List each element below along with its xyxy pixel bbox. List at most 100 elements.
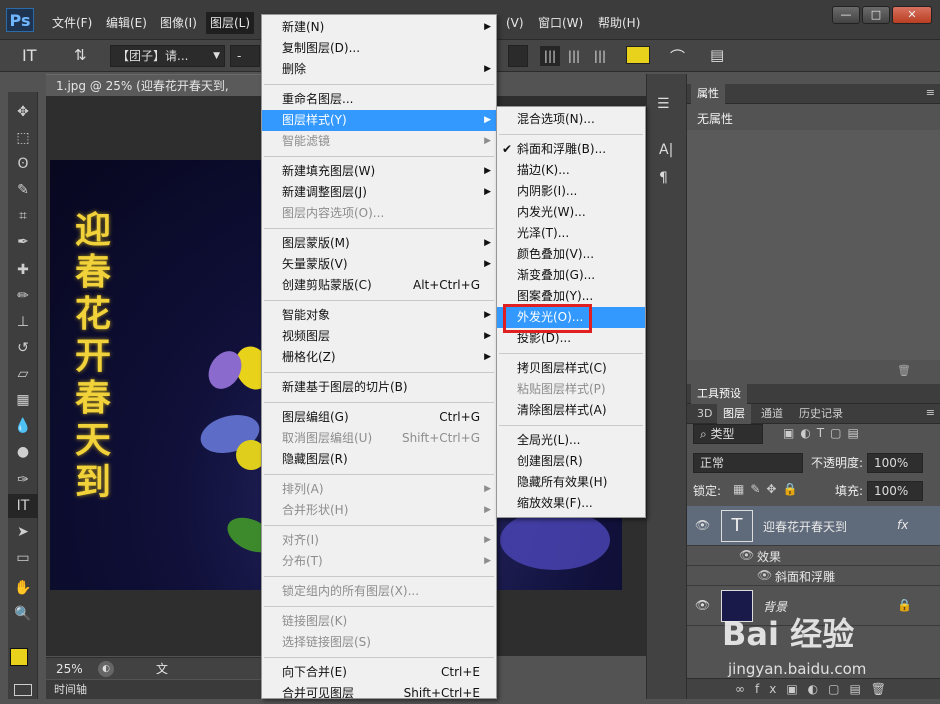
timeline-tab[interactable]: 时间轴	[46, 680, 261, 699]
eyedropper-tool-icon[interactable]: ✒	[8, 230, 38, 254]
blur-tool-icon[interactable]: 💧	[8, 414, 38, 438]
status-info-icon[interactable]: ◐	[98, 661, 114, 677]
lock-icons[interactable]: ▦✎✥🔒	[733, 482, 803, 496]
menu-item[interactable]: 内阴影(I)...	[497, 181, 645, 202]
foreground-color-swatch[interactable]	[10, 648, 28, 666]
font-family-select[interactable]: 【团子】请... ▼	[110, 45, 225, 67]
tab-layers[interactable]: 图层	[717, 404, 751, 424]
move-tool-icon[interactable]: ✥	[8, 100, 38, 124]
tab-tool-presets[interactable]: 工具预设	[691, 384, 747, 404]
eye-icon[interactable]: 👁	[757, 568, 772, 582]
align-left-icon[interactable]: |||	[540, 46, 560, 66]
opacity-input[interactable]: 100%	[867, 453, 923, 473]
menu-item[interactable]: 创建剪贴蒙版(C) Alt+Ctrl+G	[262, 275, 496, 296]
menu-help[interactable]: 帮助(H)	[594, 14, 644, 32]
menu-image[interactable]: 图像(I)	[156, 14, 201, 32]
menu-item[interactable]: 智能对象 ▶	[262, 305, 496, 326]
history-panel-icon[interactable]: ☰	[657, 96, 670, 112]
menu-edit[interactable]: 编辑(E)	[102, 14, 151, 32]
menu-item[interactable]: 内发光(W)...	[497, 202, 645, 223]
menu-item[interactable]: 栅格化(Z) ▶	[262, 347, 496, 368]
type-tool-icon[interactable]: IT	[8, 494, 38, 518]
close-button[interactable]: ✕	[892, 6, 932, 24]
menu-item[interactable]: 向下合并(E) Ctrl+E	[262, 662, 496, 683]
tab-3d[interactable]: 3D	[691, 404, 718, 424]
bevel-effect-row[interactable]: 👁 斜面和浮雕	[687, 566, 940, 586]
menu-item[interactable]: 渐变叠加(G)...	[497, 265, 645, 286]
menu-file[interactable]: 文件(F)	[48, 14, 96, 32]
hand-tool-icon[interactable]: ✋	[8, 576, 38, 600]
panel-menu-icon[interactable]: ≡	[926, 406, 935, 419]
paragraph-panel-icon[interactable]: ¶	[659, 170, 668, 186]
blend-mode-select[interactable]: 正常	[693, 453, 803, 473]
warp-text-icon[interactable]: ⌒	[670, 46, 685, 67]
tab-history[interactable]: 历史记录	[793, 404, 849, 424]
align-right-icon[interactable]: |||	[590, 46, 610, 66]
maximize-button[interactable]: □	[862, 6, 890, 24]
document-tab[interactable]: 1.jpg @ 25% (迎春花开春天到, RGB/8)	[46, 74, 261, 115]
menu-item[interactable]: 重命名图层...	[262, 89, 496, 110]
clone-stamp-icon[interactable]: ⊥	[8, 310, 38, 334]
eye-icon[interactable]: 👁	[695, 518, 710, 532]
menu-item[interactable]: 颜色叠加(V)...	[497, 244, 645, 265]
layer-filter-select[interactable]: ⌕ 类型	[693, 424, 763, 444]
menu-item[interactable]: 混合选项(N)...	[497, 109, 645, 130]
color-mode-select[interactable]	[508, 45, 528, 67]
lasso-tool-icon[interactable]: ʘ	[8, 152, 38, 176]
history-brush-icon[interactable]: ↺	[8, 336, 38, 360]
menu-item[interactable]: 隐藏图层(R)	[262, 449, 496, 470]
layer-filter-icons[interactable]: ▣◐T▢▤	[783, 426, 865, 440]
crop-tool-icon[interactable]: ⌗	[8, 204, 38, 228]
menu-item[interactable]: 描边(K)...	[497, 160, 645, 181]
marquee-tool-icon[interactable]: ⬚	[8, 126, 38, 150]
menu-item[interactable]: 矢量蒙版(V) ▶	[262, 254, 496, 275]
menu-item[interactable]: 缩放效果(F)...	[497, 493, 645, 514]
fill-input[interactable]: 100%	[867, 481, 923, 501]
font-style-select[interactable]: -	[230, 45, 260, 67]
trash-icon[interactable]: 🗑	[897, 364, 911, 377]
gradient-tool-icon[interactable]: ▦	[8, 388, 38, 412]
menu-item[interactable]: 复制图层(D)...	[262, 38, 496, 59]
path-select-icon[interactable]: ➤	[8, 520, 38, 544]
menu-item[interactable]: 全局光(L)...	[497, 430, 645, 451]
eraser-tool-icon[interactable]: ▱	[8, 362, 38, 386]
align-center-icon[interactable]: |||	[564, 46, 584, 66]
quick-select-tool-icon[interactable]: ✎	[8, 178, 38, 202]
zoom-level[interactable]: 25%	[56, 658, 83, 680]
eye-icon[interactable]: 👁	[695, 598, 710, 612]
eye-icon[interactable]: 👁	[739, 548, 754, 562]
panel-menu-icon[interactable]: ≡	[926, 86, 935, 99]
minimize-button[interactable]: —	[832, 6, 860, 24]
menu-item[interactable]: 视频图层 ▶	[262, 326, 496, 347]
menu-item[interactable]: 新建调整图层(J) ▶	[262, 182, 496, 203]
tab-channels[interactable]: 通道	[755, 404, 789, 424]
menu-item[interactable]: 创建图层(R)	[497, 451, 645, 472]
text-tool-icon[interactable]: IT	[22, 46, 37, 65]
menu-item[interactable]: 新建基于图层的切片(B)	[262, 377, 496, 398]
dodge-tool-icon[interactable]: ●	[8, 440, 38, 464]
menu-item[interactable]: ✔ 斜面和浮雕(B)...	[497, 139, 645, 160]
text-orientation-icon[interactable]: ⇅	[74, 46, 87, 64]
menu-item[interactable]: 清除图层样式(A)	[497, 400, 645, 421]
shape-tool-icon[interactable]: ▭	[8, 546, 38, 570]
pen-tool-icon[interactable]: ✑	[8, 468, 38, 492]
menu-item[interactable]: 图层样式(Y) ▶	[262, 110, 496, 131]
tab-properties[interactable]: 属性	[691, 84, 725, 104]
menu-item[interactable]: 删除 ▶	[262, 59, 496, 80]
menu-view[interactable]: (V)	[502, 14, 528, 32]
fx-icon[interactable]: fx	[897, 518, 908, 532]
healing-brush-icon[interactable]: ✚	[8, 258, 38, 282]
menu-item[interactable]: 新建(N) ▶	[262, 17, 496, 38]
character-panel-icon[interactable]: A|	[659, 142, 673, 158]
menu-item[interactable]: 图层编组(G) Ctrl+G	[262, 407, 496, 428]
quick-mask-icon[interactable]	[14, 684, 32, 696]
character-panel-icon[interactable]: ▤	[710, 46, 724, 64]
menu-item[interactable]: 拷贝图层样式(C)	[497, 358, 645, 379]
zoom-tool-icon[interactable]: 🔍	[8, 602, 38, 626]
effects-row[interactable]: 👁 效果	[687, 546, 940, 566]
text-color-swatch[interactable]	[626, 46, 650, 64]
text-layer-row[interactable]: 👁 T 迎春花开春天到 fx	[687, 506, 940, 546]
menu-item[interactable]: 合并可见图层 Shift+Ctrl+E	[262, 683, 496, 704]
menu-item[interactable]: 图层蒙版(M) ▶	[262, 233, 496, 254]
menu-item[interactable]: 光泽(T)...	[497, 223, 645, 244]
